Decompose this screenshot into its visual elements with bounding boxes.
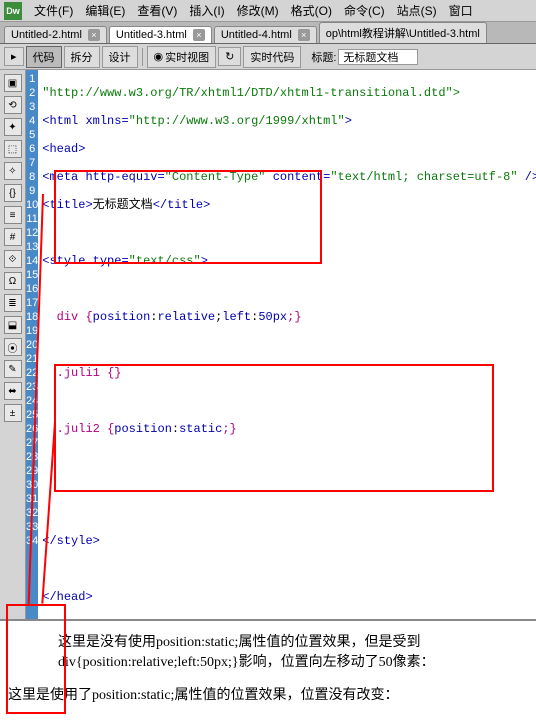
menu-file[interactable]: 文件(F) [28,0,79,21]
menu-edit[interactable]: 编辑(E) [79,0,131,21]
tool-icon[interactable]: ⬓ [4,316,22,334]
live-view-button[interactable]: ◉实时视图 [147,46,217,68]
tab-label: Untitled-3.html [116,29,187,41]
tool-icon[interactable]: ⟲ [4,96,22,114]
tool-icon[interactable]: {} [4,184,22,202]
tool-icon[interactable]: ≡ [4,206,22,224]
tool-icon[interactable]: ⬚ [4,140,22,158]
code-content[interactable]: "http://www.w3.org/TR/xhtml1/DTD/xhtml1-… [38,70,536,641]
tab-untitled-3[interactable]: Untitled-3.html × [109,26,212,43]
close-icon[interactable]: × [88,29,100,41]
refresh-icon[interactable]: ↻ [218,47,241,66]
tab-untitled-4[interactable]: Untitled-4.html × [214,26,317,43]
document-toolbar: ▸ 代码 拆分 设计 ◉实时视图 ↻ 实时代码 标题: [0,44,536,70]
close-icon[interactable]: × [193,29,205,41]
line-gutter: 1234567891011121314151617181920212223242… [26,70,38,641]
menu-insert[interactable]: 插入(I) [183,0,230,21]
tool-icon[interactable]: ⬌ [4,382,22,400]
tab-path-untitled-3[interactable]: op\html教程讲解\Untitled-3.html [319,22,487,43]
menu-site[interactable]: 站点(S) [391,0,443,21]
view-split-button[interactable]: 拆分 [64,46,100,68]
menu-view[interactable]: 查看(V) [131,0,183,21]
tab-label: Untitled-4.html [221,29,292,41]
view-code-button[interactable]: 代码 [26,46,62,68]
tool-icon[interactable]: ✧ [4,162,22,180]
menu-modify[interactable]: 修改(M) [231,0,285,21]
tab-label: op\html教程讲解\Untitled-3.html [326,25,480,41]
preview-pane: 这里是没有使用position:static;属性值的位置效果，但是受到div{… [0,619,536,723]
tool-icon[interactable]: ✦ [4,118,22,136]
tool-icon[interactable]: ✎ [4,360,22,378]
close-icon[interactable]: × [298,29,310,41]
preview-paragraph-1: 这里是没有使用position:static;属性值的位置效果，但是受到div{… [58,633,528,672]
title-label: 标题: [311,49,336,65]
tool-icon[interactable]: ≣ [4,294,22,312]
menu-commands[interactable]: 命令(C) [338,0,391,21]
tool-icon[interactable]: ⟐ [4,250,22,268]
tool-icon[interactable]: Ω [4,272,22,290]
view-design-button[interactable]: 设计 [102,46,138,68]
menubar: Dw 文件(F) 编辑(E) 查看(V) 插入(I) 修改(M) 格式(O) 命… [0,0,536,22]
main-area: ▣ ⟲ ✦ ⬚ ✧ {} ≡ # ⟐ Ω ≣ ⬓ ⦿ ✎ ⬌ ± 1234567… [0,70,536,641]
code-toolbar: ▣ ⟲ ✦ ⬚ ✧ {} ≡ # ⟐ Ω ≣ ⬓ ⦿ ✎ ⬌ ± [0,70,26,641]
separator [142,48,143,66]
dreamweaver-logo-icon: Dw [4,2,22,20]
tool-icon[interactable]: ± [4,404,22,422]
live-code-button[interactable]: 实时代码 [243,46,301,68]
menu-window[interactable]: 窗口 [443,0,479,21]
tool-icon[interactable]: ⦿ [4,338,22,356]
tool-icon[interactable]: ▣ [4,74,22,92]
tab-label: Untitled-2.html [11,29,82,41]
title-input[interactable] [338,49,418,65]
tab-untitled-2[interactable]: Untitled-2.html × [4,26,107,43]
tool-icon[interactable]: # [4,228,22,246]
document-tabbar: Untitled-2.html × Untitled-3.html × Untitl… [0,22,536,44]
globe-icon: ◉ [154,50,164,63]
expand-icon[interactable]: ▸ [4,47,24,66]
preview-paragraph-2: 这里是使用了position:static;属性值的位置效果，位置没有改变： [8,686,528,706]
menu-format[interactable]: 格式(O) [285,0,338,21]
code-editor[interactable]: 1234567891011121314151617181920212223242… [26,70,536,641]
